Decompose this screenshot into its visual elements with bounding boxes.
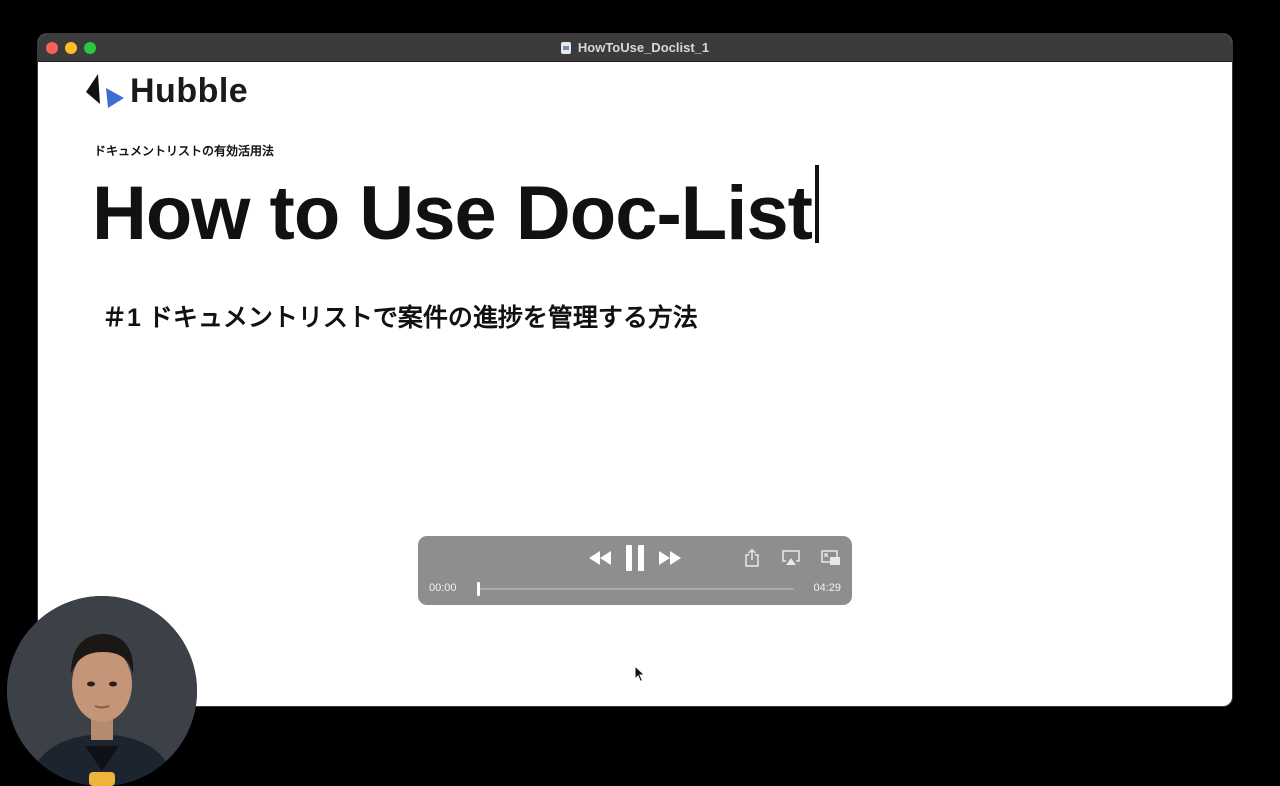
slide-title: How to Use Doc-List [92,171,813,256]
hubble-logo: Hubble [86,72,248,111]
current-time: 00:00 [429,582,457,594]
presenter-avatar [7,596,197,786]
rewind-button[interactable] [588,548,612,568]
slide-subtitle: ドキュメントリストの有効活用法 [94,144,275,158]
share-icon [745,549,759,567]
airplay-button[interactable] [780,548,802,568]
webcam-badge [89,772,115,786]
picture-in-picture-icon [821,550,840,565]
fast-forward-button[interactable] [658,548,682,568]
window-title: HowToUse_Doclist_1 [38,34,1232,61]
scrubber-track[interactable] [478,588,794,590]
total-time: 04:29 [813,582,841,594]
mouse-pointer-icon [634,665,646,683]
pause-button[interactable] [622,544,648,572]
quicktime-window: HowToUse_Doclist_1 Hubble ドキュメントリストの有効活用… [38,34,1232,706]
airplay-icon [782,550,800,565]
rewind-icon [589,551,611,565]
title-bar[interactable]: HowToUse_Doclist_1 [38,34,1232,62]
fast-forward-icon [659,551,681,565]
logo-text: Hubble [130,72,249,110]
webcam-overlay [7,596,197,786]
share-button[interactable] [742,548,762,568]
picture-in-picture-button[interactable] [820,548,842,568]
episode-title: ＃1 ドキュメントリストで案件の進捗を管理する方法 [102,304,698,332]
scrubber-playhead[interactable] [477,582,480,596]
playback-controls: 00:00 04:29 [418,536,852,605]
video-frame[interactable]: Hubble ドキュメントリストの有効活用法 How to Use Doc-Li… [38,62,1232,706]
hubble-logo-mark-icon [86,73,124,108]
document-icon [560,41,571,54]
text-cursor-bar [815,165,819,243]
window-title-text: HowToUse_Doclist_1 [577,40,710,55]
pause-icon [626,545,644,571]
